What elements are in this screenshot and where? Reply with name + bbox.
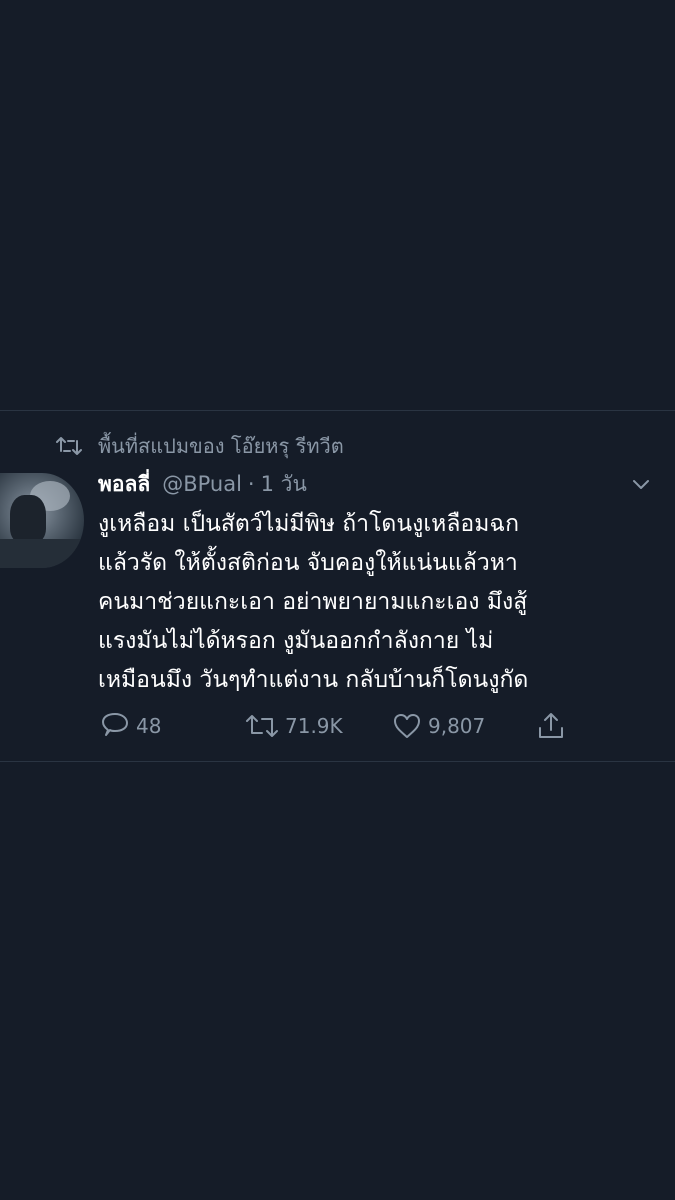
tweet-line: แล้วรัด ให้ตั้งสติก่อน จับคองูให้แน่นแล้… xyxy=(98,550,518,576)
tweet-line: คนมาช่วยแกะเอา อย่าพยายามแกะเอง มึงสู้ xyxy=(98,589,528,615)
retweet-icon xyxy=(245,713,285,739)
like-count: 9,807 xyxy=(428,714,486,738)
share-button[interactable] xyxy=(536,709,572,743)
chevron-down-icon[interactable] xyxy=(630,473,652,495)
tweet-timestamp[interactable]: 1 วัน xyxy=(261,468,307,501)
reply-icon xyxy=(100,712,136,740)
retweet-button[interactable]: 71.9K xyxy=(245,709,343,743)
avatar[interactable] xyxy=(0,473,84,568)
tweet-actions: 48 71.9K 9,807 xyxy=(100,709,580,743)
like-button[interactable]: 9,807 xyxy=(392,709,485,743)
tweet-line: งูเหลือม เป็นสัตว์ไม่มีพิษ ถ้าโดนงูเหลือ… xyxy=(98,511,519,537)
retweet-icon xyxy=(56,436,82,456)
tweet-line: แรงมันไม่ได้หรอก งูมันออกกำลังกาย ไม่ xyxy=(98,628,494,654)
reply-count: 48 xyxy=(136,714,162,738)
tweet-header: พอลลี่ @BPual · 1 วัน xyxy=(98,467,307,501)
retweet-count: 71.9K xyxy=(285,714,343,738)
heart-icon xyxy=(392,712,428,740)
retweet-context-text[interactable]: พื้นที่สแปมของ โอ๊ยหรุ รีทวีต xyxy=(98,430,344,462)
tweet-line: เหมือนมึง วันๆทำแต่งาน กลับบ้านก็โดนงูกั… xyxy=(98,667,529,693)
separator-dot: · xyxy=(247,472,255,496)
author-name[interactable]: พอลลี่ xyxy=(98,468,150,501)
share-icon xyxy=(536,711,572,741)
tweet-card[interactable]: พื้นที่สแปมของ โอ๊ยหรุ รีทวีต พอลลี่ @BP… xyxy=(0,410,675,762)
tweet-text: งูเหลือม เป็นสัตว์ไม่มีพิษ ถ้าโดนงูเหลือ… xyxy=(98,505,658,700)
retweet-context: พื้นที่สแปมของ โอ๊ยหรุ รีทวีต xyxy=(56,429,344,463)
author-handle[interactable]: @BPual xyxy=(162,472,242,496)
reply-button[interactable]: 48 xyxy=(100,709,161,743)
